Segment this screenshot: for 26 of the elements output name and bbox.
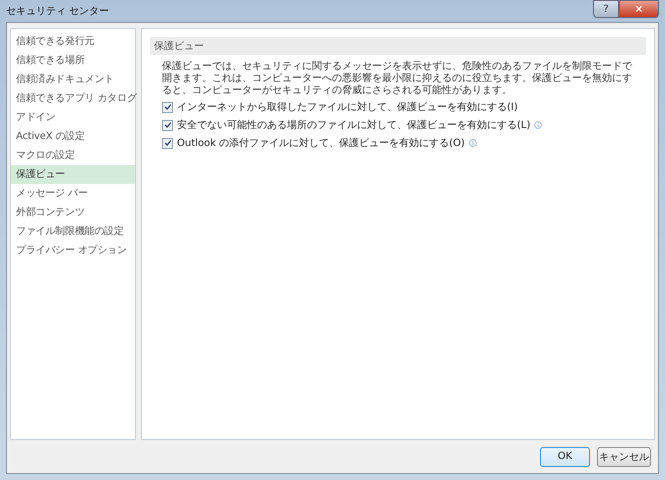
option-label[interactable]: Outlook の添付ファイルに対して、保護ビューを有効にする(O) xyxy=(177,136,465,150)
sidebar-item[interactable]: ActiveX の設定 xyxy=(11,127,135,146)
info-icon xyxy=(468,139,477,147)
sidebar-item[interactable]: プライバシー オプション xyxy=(11,241,135,260)
dialog-button[interactable]: キャンセル xyxy=(597,446,651,466)
option-label[interactable]: インターネットから取得したファイルに対して、保護ビューを有効にする(I) xyxy=(177,100,518,114)
checkbox[interactable] xyxy=(162,120,173,130)
sidebar-item[interactable]: 信頼済みドキュメント xyxy=(11,70,135,89)
sidebar-item[interactable]: 信頼できる場所 xyxy=(11,51,135,70)
section-header: 保護ビュー xyxy=(150,37,646,55)
help-button[interactable]: ? xyxy=(593,0,619,18)
sidebar-item[interactable]: アドイン xyxy=(11,108,135,127)
description-text: 保護ビューでは、セキュリティに関するメッセージを表示せずに、危険性のあるファイルを制限モードで開きます。これは、コンピューターへの悪影響を最小限に抑えるのに役立ちます。保護ビューを無効にすると、コンピューターがセキュリティの脅威にさらされる可能性があります。 xyxy=(162,61,633,97)
sidebar-item[interactable]: メッセージ バー xyxy=(11,184,135,203)
option-label[interactable]: 安全でない可能性のある場所のファイルに対して、保護ビューを有効にする(L) xyxy=(177,118,530,132)
sidebar-item[interactable]: 信頼できるアプリ カタログ xyxy=(11,89,135,108)
sidebar-item[interactable]: 保護ビュー xyxy=(11,165,135,184)
sidebar-item[interactable]: マクロの設定 xyxy=(11,146,135,165)
window-title: セキュリティ センター xyxy=(6,5,110,18)
info-icon xyxy=(534,121,542,129)
sidebar-item[interactable]: 外部コンテンツ xyxy=(11,203,135,222)
checkbox[interactable] xyxy=(162,138,173,148)
sidebar-item[interactable]: ファイル制限機能の設定 xyxy=(11,222,135,241)
checkbox[interactable] xyxy=(162,102,173,112)
dialog-button[interactable]: OK xyxy=(540,446,590,466)
sidebar-item[interactable]: 信頼できる発行元 xyxy=(11,32,135,51)
